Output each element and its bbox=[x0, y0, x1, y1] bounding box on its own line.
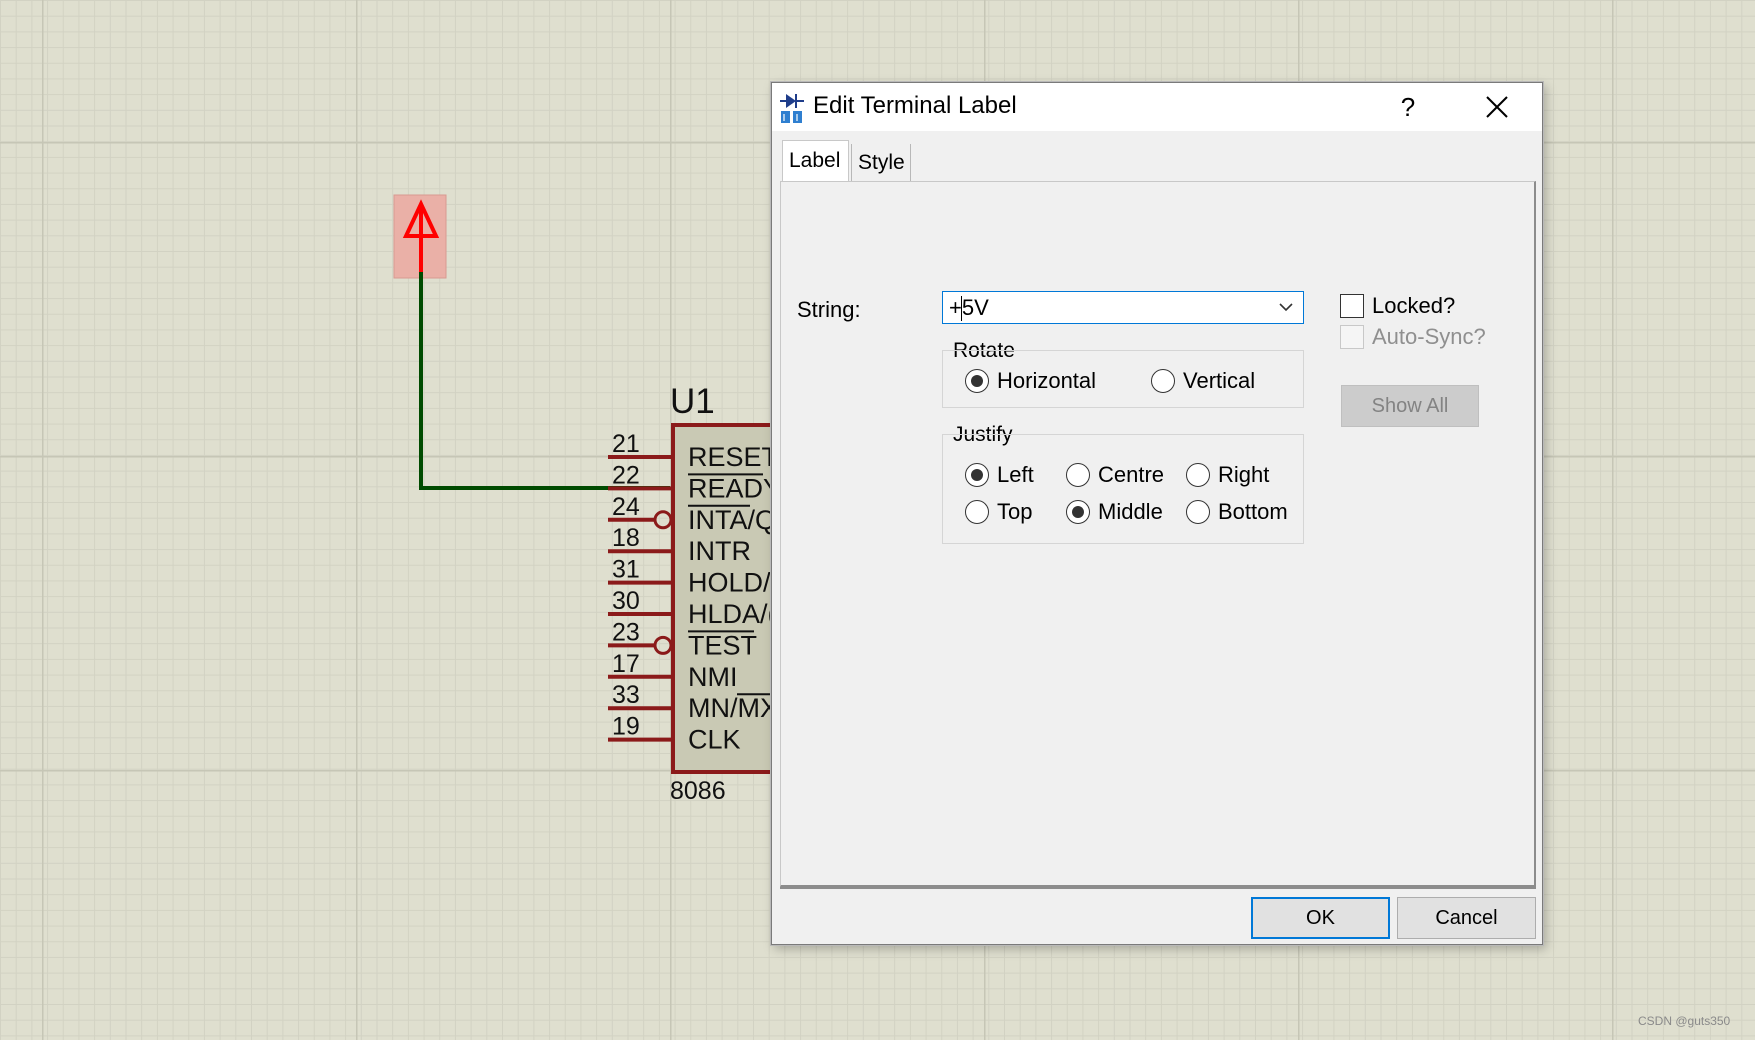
help-button[interactable]: ? bbox=[1378, 86, 1438, 128]
dialog-title: Edit Terminal Label bbox=[813, 92, 1017, 119]
radio-horizontal[interactable]: Horizontal bbox=[965, 368, 1096, 394]
pin-number-19: 19 bbox=[612, 713, 640, 741]
pin-name-17: NMI bbox=[688, 662, 738, 692]
tab-style[interactable]: Style bbox=[851, 144, 911, 182]
autosync-checkbox: Auto-Sync? bbox=[1340, 324, 1486, 350]
radio-left-circle[interactable] bbox=[965, 463, 989, 487]
pin-name-30: HLDA/( bbox=[688, 599, 777, 629]
pin-name-22: READY bbox=[688, 473, 781, 503]
pin-number-22: 22 bbox=[612, 461, 640, 489]
locked-label: Locked? bbox=[1372, 293, 1456, 318]
string-combobox[interactable]: +5V bbox=[942, 291, 1304, 324]
pin-name-23: TEST bbox=[688, 630, 757, 660]
radio-left-label: Left bbox=[997, 462, 1034, 487]
pin-number-17: 17 bbox=[612, 650, 640, 678]
radio-middle-label: Middle bbox=[1098, 499, 1163, 524]
radio-bottom-circle[interactable] bbox=[1186, 500, 1210, 524]
radio-bottom[interactable]: Bottom bbox=[1186, 499, 1288, 525]
ok-button[interactable]: OK bbox=[1251, 897, 1390, 939]
watermark: CSDN @guts350 bbox=[1638, 1014, 1731, 1028]
radio-right-circle[interactable] bbox=[1186, 463, 1210, 487]
pin-number-30: 30 bbox=[612, 587, 640, 615]
radio-top-circle[interactable] bbox=[965, 500, 989, 524]
radio-middle[interactable]: Middle bbox=[1066, 499, 1163, 525]
pin-name-24: INTA/Q bbox=[688, 505, 776, 535]
footer-separator bbox=[780, 887, 1536, 889]
radio-centre-circle[interactable] bbox=[1066, 463, 1090, 487]
edit-terminal-label-dialog: Edit Terminal Label ? Label Style String… bbox=[771, 82, 1543, 945]
radio-centre[interactable]: Centre bbox=[1066, 462, 1164, 488]
radio-horizontal-label: Horizontal bbox=[997, 368, 1097, 393]
close-button[interactable] bbox=[1464, 86, 1530, 128]
radio-right[interactable]: Right bbox=[1186, 462, 1269, 488]
tab-label[interactable]: Label bbox=[782, 140, 849, 182]
justify-group bbox=[942, 434, 1304, 544]
pin-name-21: RESET bbox=[688, 442, 778, 472]
radio-vertical[interactable]: Vertical bbox=[1151, 368, 1255, 394]
pin-name-19: CLK bbox=[688, 725, 741, 755]
autosync-checkbox-box bbox=[1340, 325, 1364, 349]
string-value[interactable]: +5V bbox=[949, 295, 989, 321]
pin-number-31: 31 bbox=[612, 556, 640, 584]
radio-right-label: Right bbox=[1218, 462, 1270, 487]
app-icon bbox=[780, 94, 804, 123]
radio-top-label: Top bbox=[997, 499, 1033, 524]
radio-middle-circle[interactable] bbox=[1066, 500, 1090, 524]
pin-name-18: INTR bbox=[688, 536, 751, 566]
text-caret bbox=[961, 296, 962, 321]
show-all-button: Show All bbox=[1341, 385, 1479, 427]
autosync-label: Auto-Sync? bbox=[1372, 324, 1486, 349]
locked-checkbox[interactable]: Locked? bbox=[1340, 293, 1455, 319]
pin-number-18: 18 bbox=[612, 524, 640, 552]
radio-vertical-circle[interactable] bbox=[1151, 369, 1175, 393]
pin-number-21: 21 bbox=[612, 430, 640, 458]
dialog-titlebar[interactable]: Edit Terminal Label ? bbox=[772, 83, 1542, 131]
radio-vertical-label: Vertical bbox=[1183, 368, 1256, 393]
string-label: String: bbox=[797, 297, 861, 322]
radio-left[interactable]: Left bbox=[965, 462, 1034, 488]
pin-number-33: 33 bbox=[612, 681, 640, 709]
radio-top[interactable]: Top bbox=[965, 499, 1032, 525]
pin-inversion-bubble-24 bbox=[653, 510, 673, 530]
pin-name-31: HOLD/ bbox=[688, 568, 771, 598]
cancel-button[interactable]: Cancel bbox=[1397, 897, 1536, 939]
radio-centre-label: Centre bbox=[1098, 462, 1165, 487]
component-ref-label: U1 bbox=[670, 382, 715, 421]
pin-name-33: MN/MX bbox=[688, 693, 778, 723]
chip-pins: 21 RESET 22 READY 24 INTA/Q 18 INTR 31 HOLD/30 HLD… bbox=[608, 430, 781, 755]
pin-inversion-bubble-23 bbox=[653, 635, 673, 655]
close-icon bbox=[1486, 96, 1508, 118]
pin-number-23: 23 bbox=[612, 618, 640, 646]
chevron-down-icon[interactable] bbox=[1277, 300, 1295, 314]
component-value-label: 8086 bbox=[670, 777, 726, 805]
locked-checkbox-box[interactable] bbox=[1340, 294, 1364, 318]
radio-bottom-label: Bottom bbox=[1218, 499, 1288, 524]
pin-number-24: 24 bbox=[612, 493, 640, 521]
radio-horizontal-circle[interactable] bbox=[965, 369, 989, 393]
